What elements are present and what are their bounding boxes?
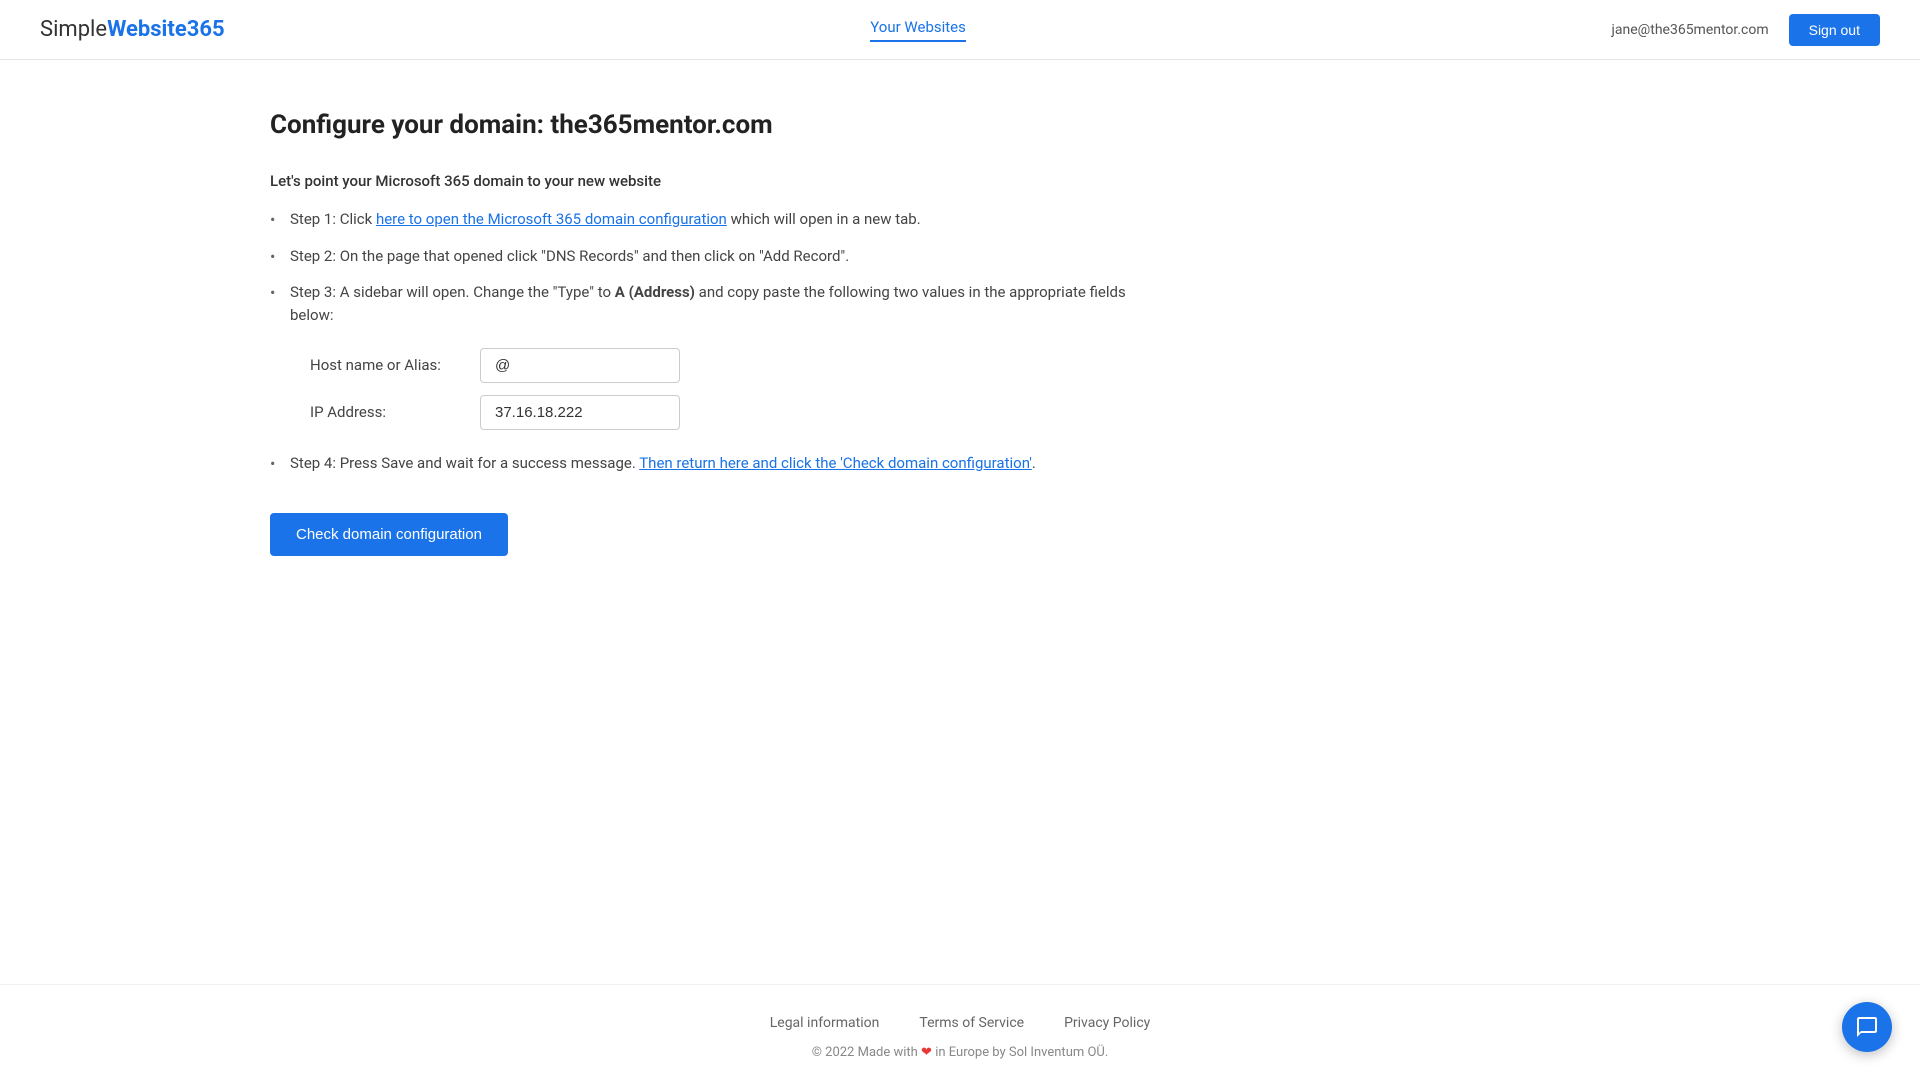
step4-link[interactable]: Then return here and click the 'Check do… (639, 454, 1032, 472)
host-input-cell (480, 342, 692, 389)
footer-legal[interactable]: Legal information (770, 1015, 880, 1031)
step1: Step 1: Click here to open the Microsoft… (270, 208, 1160, 231)
step1-suffix: which will open in a new tab. (727, 210, 921, 228)
chat-icon (1855, 1015, 1879, 1039)
ip-input-cell (480, 389, 692, 436)
step3: Step 3: A sidebar will open. Change the … (270, 281, 1160, 436)
host-input[interactable] (480, 348, 680, 383)
ip-input[interactable] (480, 395, 680, 430)
heart-icon: ❤ (921, 1045, 932, 1060)
footer-copyright-text: © 2022 Made with (812, 1045, 918, 1060)
steps-list: Step 1: Click here to open the Microsoft… (270, 208, 1160, 475)
step1-prefix: Step 1: Click (290, 210, 376, 228)
host-label: Host name or Alias: (310, 342, 480, 389)
header: SimpleWebsite365 Your Websites jane@the3… (0, 0, 1920, 60)
ip-label: IP Address: (310, 389, 480, 436)
logo-simple: Simple (40, 17, 107, 42)
sign-out-button[interactable]: Sign out (1789, 14, 1880, 46)
chat-bubble-button[interactable] (1842, 1002, 1892, 1052)
user-email: jane@the365mentor.com (1612, 22, 1769, 38)
host-row: Host name or Alias: (310, 342, 692, 389)
logo-website365: Website365 (107, 17, 225, 42)
subtitle: Let's point your Microsoft 365 domain to… (270, 172, 1160, 190)
step3-bold: A (Address) (615, 283, 695, 301)
footer-privacy[interactable]: Privacy Policy (1064, 1015, 1150, 1031)
footer-terms[interactable]: Terms of Service (919, 1015, 1024, 1031)
step4: Step 4: Press Save and wait for a succes… (270, 452, 1160, 475)
step3-prefix: Step 3: A sidebar will open. Change the … (290, 283, 615, 301)
footer-copyright: © 2022 Made with ❤ in Europe by Sol Inve… (0, 1045, 1920, 1060)
step4-prefix: Step 4: Press Save and wait for a succes… (290, 454, 639, 472)
dns-fields-table: Host name or Alias: IP Address: (310, 342, 692, 436)
ip-row: IP Address: (310, 389, 692, 436)
nav-your-websites[interactable]: Your Websites (870, 18, 966, 42)
footer-copyright-suffix: in Europe by Sol Inventum OÜ. (935, 1045, 1108, 1060)
step2: Step 2: On the page that opened click "D… (270, 245, 1160, 268)
check-domain-button[interactable]: Check domain configuration (270, 513, 508, 556)
main-content: Configure your domain: the365mentor.com … (0, 60, 1200, 984)
footer: Legal information Terms of Service Priva… (0, 984, 1920, 1080)
header-right: jane@the365mentor.com Sign out (1612, 14, 1880, 46)
logo[interactable]: SimpleWebsite365 (40, 17, 225, 42)
page-title: Configure your domain: the365mentor.com (270, 110, 1160, 140)
nav: Your Websites (870, 18, 966, 42)
step1-link[interactable]: here to open the Microsoft 365 domain co… (376, 210, 727, 228)
step4-suffix: . (1032, 454, 1036, 472)
footer-links: Legal information Terms of Service Priva… (0, 1015, 1920, 1031)
